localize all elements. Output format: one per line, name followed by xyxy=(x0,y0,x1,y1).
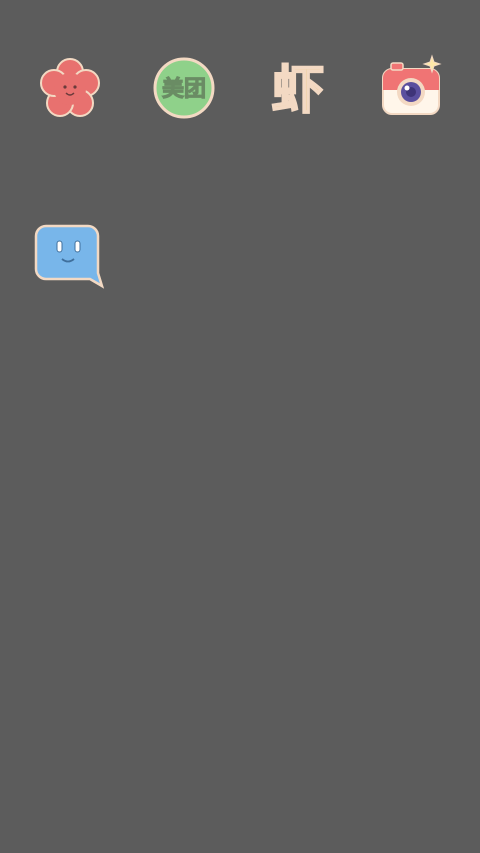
camera-app-icon[interactable] xyxy=(376,52,448,124)
meituan-icon: 美团 xyxy=(153,57,215,119)
chat-bubble-icon xyxy=(34,224,105,289)
meituan-glyph: 美团 xyxy=(162,76,206,102)
meituan-app-icon[interactable]: 美团 xyxy=(148,52,220,124)
camera-icon xyxy=(382,54,442,115)
flower-icon xyxy=(40,58,100,117)
xia-glyph-icon: 虾 xyxy=(271,60,325,122)
chat-app-icon[interactable] xyxy=(34,220,106,292)
xia-glyph: 虾 xyxy=(272,61,324,121)
xia-app-icon[interactable]: 虾 xyxy=(262,52,334,124)
flower-app-icon[interactable] xyxy=(34,52,106,124)
home-screen: 美团 虾 xyxy=(0,0,480,853)
